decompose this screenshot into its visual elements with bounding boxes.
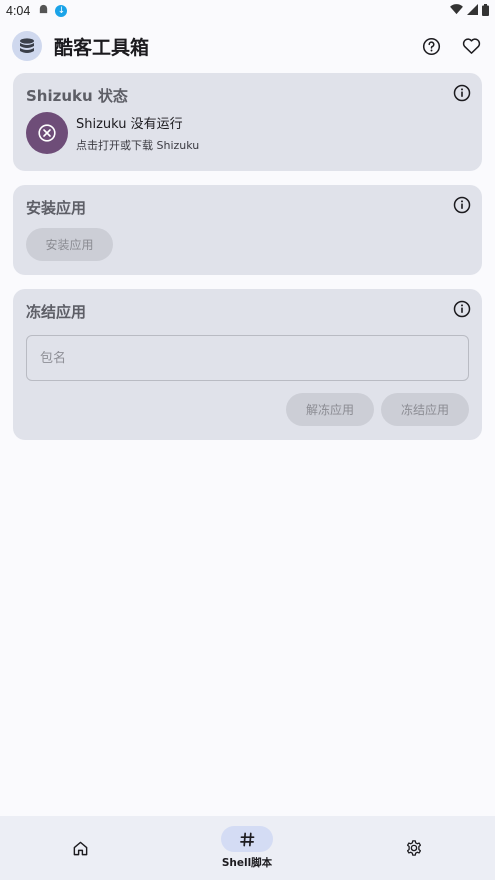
gear-icon xyxy=(406,840,422,856)
package-name-input[interactable] xyxy=(40,350,468,366)
shizuku-hint-text: 点击打开或下载 Shizuku xyxy=(76,139,200,152)
shizuku-text: Shizuku 没有运行 点击打开或下载 Shizuku xyxy=(76,113,199,153)
download-icon: ↓ xyxy=(55,5,68,17)
info-icon xyxy=(453,84,471,102)
freeze-app-button[interactable]: 冻结应用 xyxy=(381,393,469,426)
info-button[interactable] xyxy=(453,196,471,214)
app-title: 酷客工具箱 xyxy=(54,36,150,59)
hash-icon xyxy=(239,832,254,846)
app-bar: 酷客工具箱 xyxy=(0,28,495,64)
card-title: Shizuku 状态 xyxy=(26,87,128,105)
home-icon xyxy=(73,841,87,855)
status-time: 4:04 xyxy=(6,4,31,18)
wifi-icon xyxy=(450,4,463,18)
shizuku-status-row[interactable]: Shizuku 没有运行 点击打开或下载 Shizuku xyxy=(26,112,199,154)
card-title: 冻结应用 xyxy=(26,303,87,321)
heart-icon xyxy=(462,38,480,54)
bottom-navigation: Shell脚本 xyxy=(0,816,495,880)
install-app-card: 安装应用 安装应用 xyxy=(13,185,482,275)
nav-item-home[interactable] xyxy=(20,816,140,880)
nav-item-shell-scripts[interactable]: Shell脚本 xyxy=(187,816,307,880)
signal-icon xyxy=(467,4,478,18)
app-bar-actions xyxy=(421,36,483,56)
system-icons xyxy=(450,3,489,19)
notification-icons: ↓ xyxy=(38,4,68,18)
shizuku-badge xyxy=(26,112,68,154)
shizuku-status-card[interactable]: Shizuku 状态 Shizuku 没有运行 点击打开或下载 Shizuku xyxy=(13,73,482,171)
info-button[interactable] xyxy=(453,300,471,318)
card-title: 安装应用 xyxy=(26,199,87,217)
app-logo xyxy=(12,31,42,61)
favorite-button[interactable] xyxy=(461,36,481,56)
shizuku-status-text: Shizuku 没有运行 xyxy=(76,117,183,132)
nav-item-settings[interactable] xyxy=(354,816,474,880)
install-app-button[interactable]: 安装应用 xyxy=(26,228,113,261)
status-bar: 4:04 ↓ xyxy=(0,0,495,22)
android-icon xyxy=(38,4,49,18)
battery-icon xyxy=(482,3,489,19)
database-icon xyxy=(20,38,34,53)
nav-active-indicator xyxy=(221,826,273,852)
unfreeze-app-button[interactable]: 解冻应用 xyxy=(286,393,374,426)
package-name-field[interactable] xyxy=(26,335,469,381)
info-button[interactable] xyxy=(453,84,471,102)
info-icon xyxy=(453,196,471,214)
freeze-app-card: 冻结应用 解冻应用 冻结应用 xyxy=(13,289,482,440)
help-button[interactable] xyxy=(421,36,441,56)
info-icon xyxy=(453,300,471,318)
help-icon xyxy=(422,37,440,55)
nav-label: Shell脚本 xyxy=(221,857,273,869)
error-circle-icon xyxy=(38,124,56,142)
